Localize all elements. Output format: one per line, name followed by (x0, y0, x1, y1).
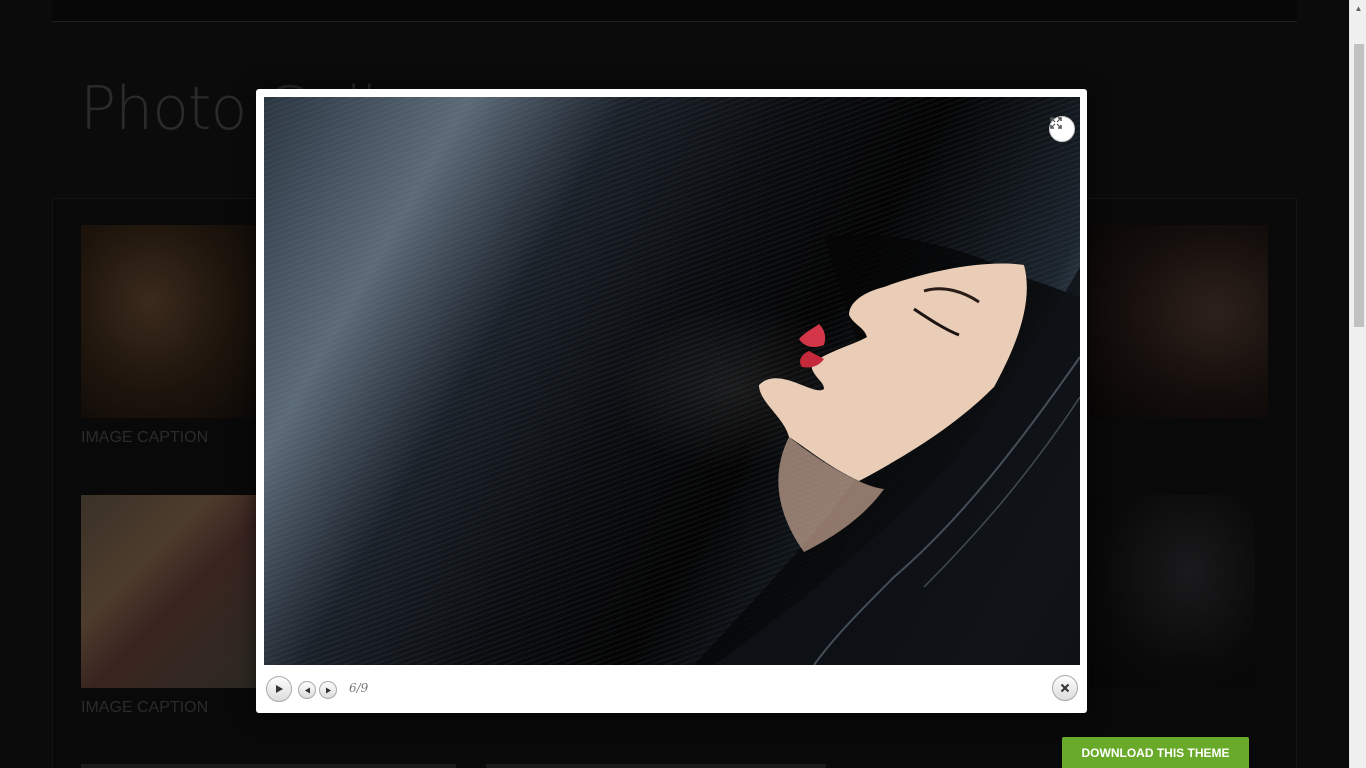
gallery-thumbnail[interactable] (81, 225, 256, 418)
vertical-scrollbar[interactable]: ▲ (1349, 0, 1366, 768)
next-image-button[interactable] (319, 681, 337, 699)
expand-icon (1050, 117, 1062, 129)
image-counter: 6/9 (349, 681, 369, 695)
gallery-thumbnail[interactable] (1090, 495, 1255, 688)
gallery-thumbnail-edge (81, 764, 456, 768)
portrait-illustration (694, 234, 1080, 665)
slideshow-play-button[interactable] (266, 676, 292, 702)
download-theme-button[interactable]: DOWNLOAD THIS THEME (1062, 737, 1249, 768)
image-caption: IMAGE CAPTION (81, 699, 209, 716)
image-caption: IMAGE CAPTION (81, 429, 209, 446)
play-icon (276, 685, 283, 693)
fullscreen-button[interactable] (1049, 116, 1075, 142)
close-icon (1060, 683, 1070, 693)
prev-icon (304, 687, 310, 693)
gallery-thumbnail-edge (486, 764, 826, 768)
previous-image-button[interactable] (298, 681, 316, 699)
next-icon (325, 687, 331, 693)
close-lightbox-button[interactable] (1052, 675, 1078, 701)
header-bar (52, 0, 1297, 22)
lightbox-modal: 6/9 (256, 89, 1087, 713)
page: Photo Gallery IMAGE CAPTION IMAGE CAPTIO… (0, 0, 1366, 768)
lightbox-controls: 6/9 (256, 665, 1087, 713)
scrollbar-thumb[interactable] (1354, 44, 1364, 327)
gallery-thumbnail[interactable] (81, 495, 256, 688)
lightbox-image (264, 97, 1080, 665)
scroll-up-arrow-icon[interactable]: ▲ (1350, 0, 1366, 17)
gallery-thumbnail[interactable] (1090, 225, 1268, 418)
